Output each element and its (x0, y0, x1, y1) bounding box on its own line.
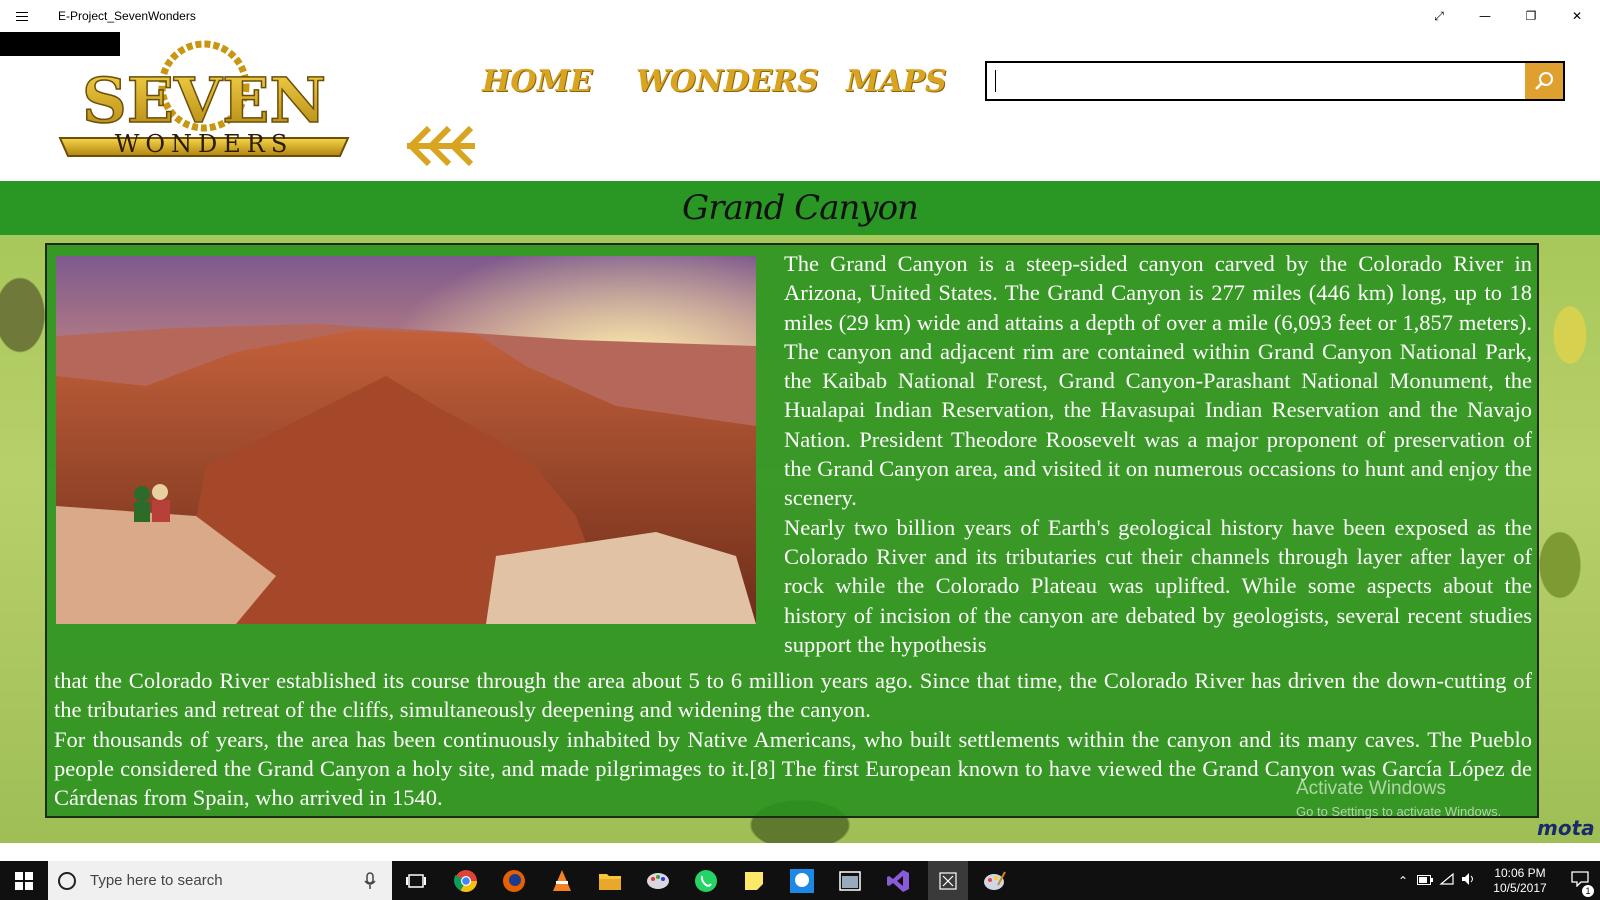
grand-canyon-photo (56, 256, 756, 624)
clock[interactable]: 10:06 PM 10/5/2017 (1486, 866, 1554, 896)
text-caret (995, 70, 996, 92)
description-column: The Grand Canyon is a steep-sided canyon… (784, 249, 1532, 659)
mota-watermark: mota (1537, 816, 1595, 840)
search-box (985, 61, 1565, 101)
nav-wonders-link[interactable]: WONDERS (636, 64, 819, 99)
messenger-icon[interactable] (788, 867, 816, 895)
clock-time: 10:06 PM (1494, 865, 1546, 880)
windows-icon (15, 871, 33, 890)
window-title: E-Project_SevenWonders (58, 9, 196, 23)
hamburger-menu-icon[interactable] (0, 0, 44, 32)
taskbar: Type here to search ⌃ 10:06 PM 10/5/2017… (0, 861, 1600, 900)
taskbar-search-box[interactable]: Type here to search (48, 861, 392, 900)
restore-button[interactable]: ❐ (1508, 0, 1554, 32)
whatsapp-icon[interactable] (692, 867, 720, 895)
fullscreen-button[interactable]: ⤢ (1416, 0, 1462, 32)
vlc-icon[interactable] (548, 867, 576, 895)
search-button[interactable] (1525, 63, 1563, 99)
clock-date: 10/5/2017 (1493, 880, 1547, 895)
system-tray: ⌃ 10:06 PM 10/5/2017 1 (1392, 861, 1600, 900)
start-button[interactable] (0, 861, 48, 900)
logo-bottom-text: WONDERS (115, 130, 294, 158)
visual-studio-icon[interactable] (884, 867, 912, 895)
activate-windows-watermark: Activate Windows Go to Settings to activ… (1296, 778, 1501, 819)
seven-wonders-logo[interactable]: SEVEN WONDERS (54, 38, 354, 162)
cortana-icon (58, 871, 76, 890)
window-controls: ⤢ — ❐ ✕ (1416, 0, 1600, 32)
task-view-icon[interactable] (402, 867, 430, 895)
nav-maps-link[interactable]: MAPS (846, 64, 947, 99)
file-explorer-icon[interactable] (596, 867, 624, 895)
logo-top-text: SEVEN (82, 64, 326, 137)
app-bottom-strip (0, 843, 1600, 861)
description-paragraph-2: Nearly two billion years of Earth's geol… (784, 514, 1532, 657)
notifications-icon[interactable]: 1 (1560, 871, 1600, 897)
activate-line-2: Go to Settings to activate Windows. (1296, 804, 1502, 819)
chrome-icon[interactable] (452, 867, 480, 895)
volume-icon[interactable] (1458, 872, 1480, 889)
back-arrow-icon[interactable] (405, 124, 481, 168)
wifi-icon[interactable] (1436, 872, 1458, 889)
title-bar: E-Project_SevenWonders ⤢ — ❐ ✕ (0, 0, 1600, 32)
activate-line-1: Activate Windows (1296, 778, 1446, 799)
paint-icon[interactable] (644, 867, 672, 895)
notification-count-badge: 1 (1582, 885, 1594, 897)
active-app-icon[interactable] (928, 861, 968, 900)
chevron-up-icon[interactable]: ⌃ (1392, 874, 1414, 888)
close-button[interactable]: ✕ (1554, 0, 1600, 32)
title-band: Grand Canyon (0, 181, 1600, 235)
sticky-notes-icon[interactable] (740, 867, 768, 895)
page-title: Grand Canyon (682, 188, 919, 228)
description-paragraph-1: The Grand Canyon is a steep-sided canyon… (784, 251, 1532, 511)
app-window-icon[interactable] (836, 867, 864, 895)
nav-home-link[interactable]: HOME (482, 64, 593, 99)
description-paragraph-3: that the Colorado River established its … (54, 668, 1532, 723)
search-icon (1535, 72, 1553, 90)
search-input[interactable] (987, 63, 1525, 99)
battery-icon[interactable] (1414, 874, 1436, 888)
microphone-icon[interactable] (364, 871, 376, 890)
taskbar-search-placeholder: Type here to search (90, 872, 223, 889)
painter-app-icon[interactable] (980, 867, 1008, 895)
firefox-icon[interactable] (500, 867, 528, 895)
minimize-button[interactable]: — (1462, 0, 1508, 32)
